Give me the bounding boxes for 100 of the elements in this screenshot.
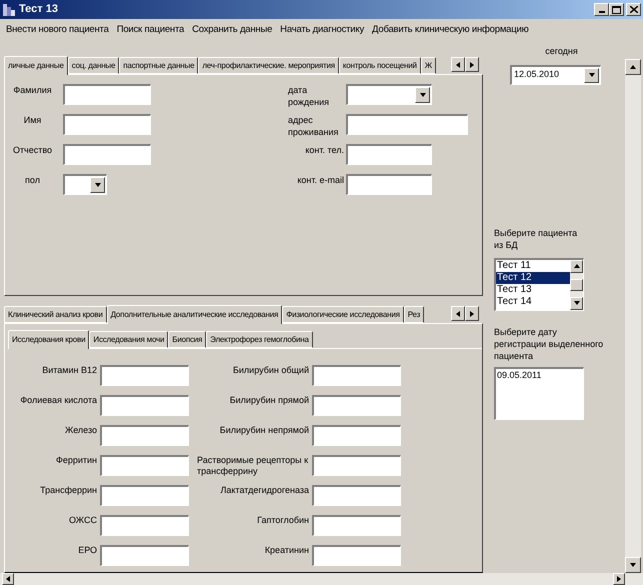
minimize-button[interactable] xyxy=(594,3,609,16)
maximize-button[interactable] xyxy=(609,3,624,16)
field-label: Билирубин общий xyxy=(233,365,309,376)
scroll-right-button[interactable] xyxy=(613,573,625,585)
tab-scroll-left-button[interactable] xyxy=(451,306,465,321)
date-dropdown[interactable]: 12.05.2010 xyxy=(510,64,601,84)
menu-item[interactable]: Поиск пациента xyxy=(112,22,188,38)
list-item[interactable]: Тест 11 xyxy=(496,260,570,272)
field-label: Ферритин xyxy=(56,455,97,466)
tab[interactable]: Ж xyxy=(420,57,436,74)
tab[interactable]: Рез xyxy=(404,306,424,323)
tab-scroll-right-button[interactable] xyxy=(465,306,479,321)
field-label: конт. тел. xyxy=(305,144,344,156)
field-label: конт. e-mail xyxy=(297,174,344,186)
field-label: Растворимые рецепторы к трансферрину xyxy=(197,455,309,477)
tab[interactable]: соц. данные xyxy=(68,57,120,74)
input-field[interactable] xyxy=(100,395,189,416)
field-label: Имя xyxy=(24,114,42,127)
scroll-down-button[interactable] xyxy=(570,296,583,310)
right-arrow-icon xyxy=(615,575,623,583)
menu-item[interactable]: Добавить клиническую информацию xyxy=(368,22,533,38)
input-field[interactable] xyxy=(63,144,151,165)
list-item[interactable]: Тест 13 xyxy=(496,284,570,296)
maximize-icon xyxy=(612,6,621,14)
tab[interactable]: Клинический анализ крови xyxy=(4,306,107,323)
left-arrow-icon xyxy=(454,310,462,318)
tab[interactable]: Дополнительные аналитические исследования xyxy=(106,305,282,324)
dropdown-button[interactable] xyxy=(415,87,430,103)
input-field[interactable] xyxy=(63,114,151,135)
list-label: Выберите пациента из БД xyxy=(494,226,578,250)
input-field[interactable] xyxy=(312,455,401,476)
input-field[interactable] xyxy=(312,395,401,416)
input-field[interactable] xyxy=(63,84,151,105)
input-field[interactable] xyxy=(100,455,189,476)
horizontal-scrollbar[interactable] xyxy=(0,573,643,585)
down-arrow-icon xyxy=(94,181,102,189)
field-label: Витамин В12 xyxy=(42,365,97,376)
field-label: Билирубин непрямой xyxy=(220,425,309,436)
scroll-down-button[interactable] xyxy=(625,557,641,573)
input-field[interactable] xyxy=(100,545,189,566)
close-button[interactable] xyxy=(626,3,641,16)
scrollbar[interactable] xyxy=(570,260,583,310)
tab[interactable]: контроль посещений xyxy=(338,57,421,74)
list-item[interactable]: Тест 14 xyxy=(496,296,570,308)
down-arrow-icon xyxy=(588,71,596,79)
dropdown-button[interactable] xyxy=(584,68,599,82)
scroll-up-button[interactable] xyxy=(570,260,583,272)
list-item[interactable]: Тест 12 xyxy=(496,272,570,284)
minimize-icon xyxy=(598,11,604,13)
tab[interactable]: Электрофорез гемоглобина xyxy=(206,331,313,348)
dropdown-field[interactable] xyxy=(346,84,432,105)
input-field[interactable] xyxy=(100,425,189,446)
input-field[interactable] xyxy=(100,485,189,506)
dropdown-button[interactable] xyxy=(90,177,105,193)
scroll-left-button[interactable] xyxy=(2,573,14,585)
input-field[interactable] xyxy=(312,365,401,386)
tab-scroll-left-button[interactable] xyxy=(451,57,465,72)
down-arrow-icon xyxy=(629,561,637,569)
field-label: дата рождения xyxy=(288,84,330,108)
up-arrow-icon xyxy=(629,63,637,71)
date-list[interactable]: 09.05.2011 xyxy=(494,366,584,420)
right-arrow-icon xyxy=(468,60,476,68)
tab-scroll-right-button[interactable] xyxy=(465,57,479,72)
input-field[interactable] xyxy=(312,515,401,536)
field-label: Отчество xyxy=(12,144,52,157)
field-label: ЕРО xyxy=(78,545,97,556)
today-label: сегодня xyxy=(544,45,578,58)
tab[interactable]: личные данные xyxy=(4,56,68,75)
left-arrow-icon xyxy=(454,60,462,68)
input-field[interactable] xyxy=(100,365,189,386)
patient-list[interactable]: Тест 11 Тест 12 Тест 13 Тест 14 xyxy=(494,258,584,310)
right-arrow-icon xyxy=(468,310,476,318)
input-field[interactable] xyxy=(100,515,189,536)
field-label: Трансферрин xyxy=(40,485,97,496)
field-label: Лактатдегидрогеназа xyxy=(220,485,309,496)
tab[interactable]: Физиологические исследования xyxy=(282,306,404,323)
dropdown-field[interactable] xyxy=(63,174,107,195)
left-arrow-icon xyxy=(4,575,12,583)
tab[interactable]: леч-профилактические. мероприятия xyxy=(198,57,339,74)
input-field[interactable] xyxy=(346,174,432,195)
input-field[interactable] xyxy=(312,545,401,566)
input-field[interactable] xyxy=(312,425,401,446)
list-label: Выберите дату регистрации выделенного пациента xyxy=(494,326,604,362)
menu-item[interactable]: Сохранить данные xyxy=(188,22,276,38)
input-field[interactable] xyxy=(346,114,468,135)
scroll-up-button[interactable] xyxy=(625,59,641,75)
tab[interactable]: паспортные данные xyxy=(119,57,198,74)
date-value: 12.05.2010 xyxy=(514,68,560,82)
tab[interactable]: Исследования крови xyxy=(8,330,90,349)
tab[interactable]: Биопсия xyxy=(168,331,206,348)
menu-item[interactable]: Начать диагностику xyxy=(276,22,368,38)
input-field[interactable] xyxy=(312,485,401,506)
list-item[interactable]: 09.05.2011 xyxy=(496,368,583,380)
field-label: пол xyxy=(25,174,40,187)
up-arrow-icon xyxy=(572,262,580,270)
tab[interactable]: Исследования мочи xyxy=(89,331,168,348)
field-label: Железо xyxy=(65,425,97,436)
vertical-scrollbar[interactable] xyxy=(625,59,641,573)
input-field[interactable] xyxy=(346,144,432,165)
menu-item[interactable]: Внести нового пациента xyxy=(2,22,113,38)
